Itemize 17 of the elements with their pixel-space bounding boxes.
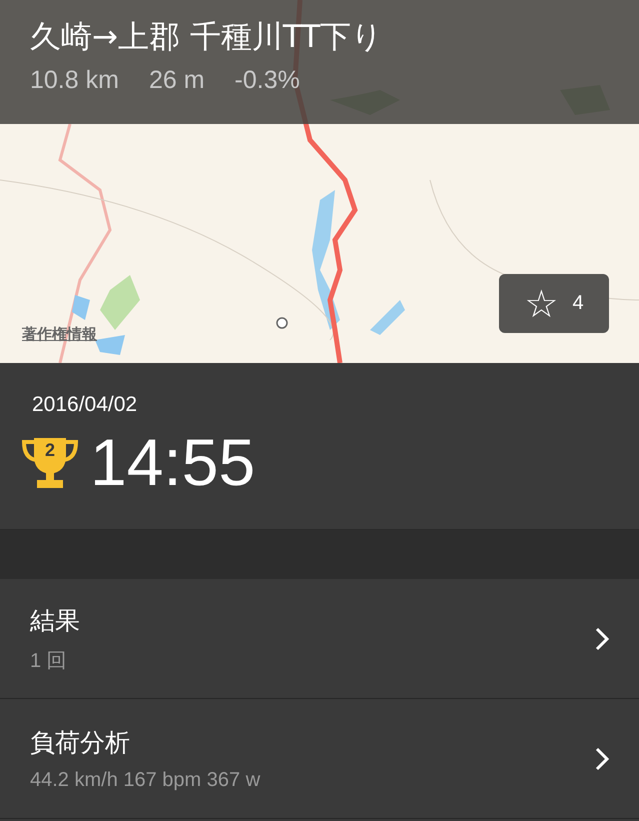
row-subtitle: 44.2 km/h 167 bpm 367 w (30, 768, 260, 792)
row-subtitle: 1 回 (30, 648, 68, 674)
elapsed-time: 14:55 (90, 429, 256, 495)
legal-link[interactable]: 著作権情報 (22, 325, 97, 344)
chevron-icon (595, 626, 609, 650)
row-title: 負荷分析 (30, 728, 131, 758)
row-title: 結果 (30, 606, 80, 636)
chevron-icon (595, 746, 609, 770)
star-icon: ☆ (524, 284, 558, 322)
star-button[interactable]: ☆ 4 (499, 274, 609, 333)
grade-text: -0.3% (234, 66, 300, 95)
effort-date: 2016/04/02 (31, 393, 138, 417)
list-item[interactable]: 結果 1 回 (0, 579, 639, 699)
segment-title: 久崎→上郡 千種川TT下り (30, 18, 384, 57)
distance-text: 10.8 km (30, 66, 119, 95)
elevation-text: 26 m (148, 66, 205, 95)
list-item[interactable]: 負荷分析 44.2 km/h 167 bpm 367 w (0, 699, 639, 819)
